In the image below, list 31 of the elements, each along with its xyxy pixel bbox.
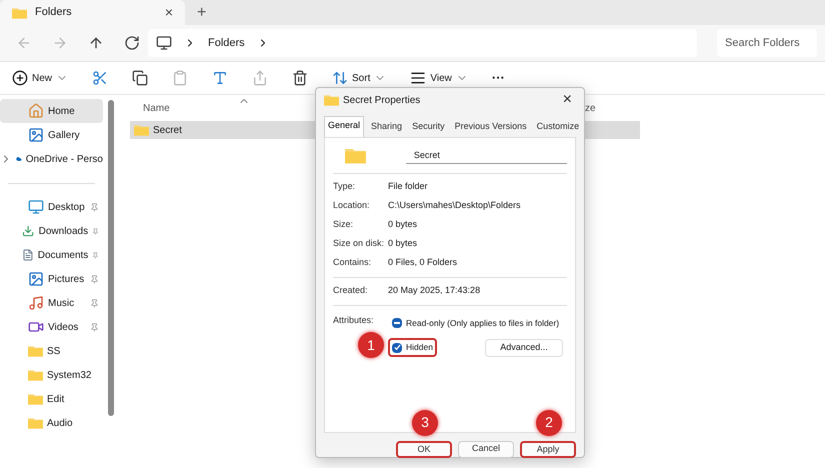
property-label: Size on disk: — [333, 237, 386, 250]
sidebar-label: Audio — [47, 416, 74, 430]
property-label: Size: — [333, 218, 354, 232]
file-name: Secret — [153, 124, 182, 138]
property-value: C:\Users\mahes\Desktop\Folders — [388, 199, 521, 212]
sidebar-label: Desktop — [48, 200, 86, 214]
sidebar-label: Home — [48, 104, 76, 118]
sidebar-label: Pictures — [48, 272, 86, 286]
property-value: File folder — [388, 180, 428, 194]
sidebar-label: Music — [48, 296, 76, 310]
dialog-title: Secret Properties — [343, 94, 422, 108]
sidebar-label: Downloads — [38, 224, 88, 238]
sidebar-label: SS — [47, 344, 62, 358]
property-value: 20 May 2025, 17:43:28 — [388, 284, 480, 298]
property-label: Type: — [333, 180, 356, 194]
sidebar-label: Documents — [38, 248, 88, 262]
sidebar-label: Videos — [48, 320, 80, 334]
sidebar-label: Gallery — [48, 128, 81, 142]
sidebar-label: Edit — [47, 392, 66, 406]
property-label: Contains: — [333, 256, 372, 270]
checkbox-label: Read-only (Only applies to files in folder) — [406, 316, 560, 330]
property-value: 0 bytes — [388, 218, 418, 232]
sidebar-label: OneDrive - Perso — [26, 152, 103, 166]
property-value: 0 bytes — [388, 237, 418, 250]
step-number-badge: 1 — [358, 332, 384, 358]
property-value: 0 Files, 0 Folders — [388, 256, 458, 270]
checkbox-label: Hidden — [406, 341, 433, 354]
property-label: Attributes: — [333, 314, 375, 326]
property-label: Created: — [333, 284, 369, 298]
property-label: Location: — [333, 199, 371, 212]
sidebar-label: System32 — [47, 368, 92, 382]
